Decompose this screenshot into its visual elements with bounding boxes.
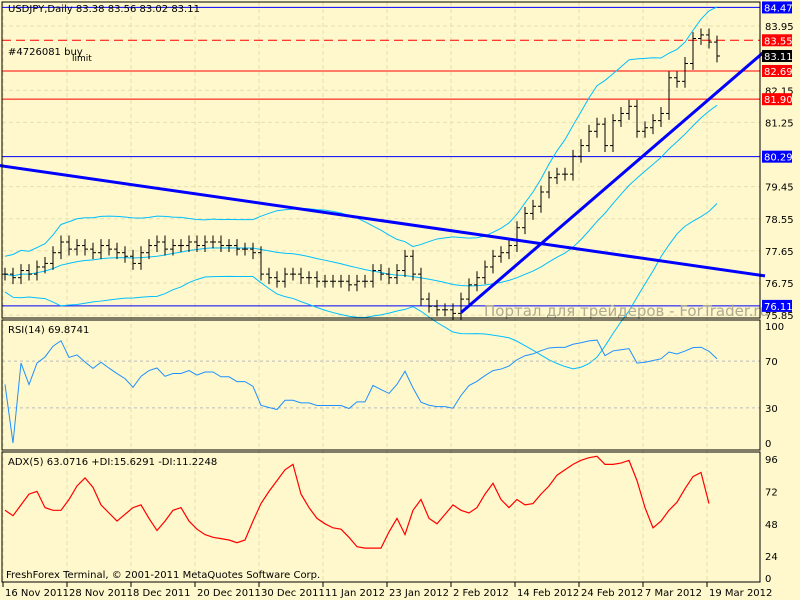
adx-label: ADX(5) 63.0716 +DI:15.6291 -DI:11.2248 <box>8 457 217 468</box>
date-label: 20 Dec 2011 <box>197 588 261 599</box>
chart-canvas[interactable]: Портал для трейдеров - ForTrader.ru USDJ… <box>0 0 800 600</box>
price-level-label: 76.11 <box>764 302 793 313</box>
price-tick-label: 77.65 <box>765 247 794 258</box>
date-label: 11 Jan 2012 <box>325 588 385 599</box>
adx-tick-label: 48 <box>765 520 778 531</box>
watermark: Портал для трейдеров - ForTrader.ru <box>484 302 769 320</box>
price-level-label: 83.55 <box>764 36 793 47</box>
copyright: FreshForex Terminal, © 2001-2011 MetaQuo… <box>6 570 320 581</box>
price-level-label: 80.29 <box>764 153 793 164</box>
rsi-tick-label: 100 <box>765 322 784 333</box>
price-level-label: 82.69 <box>764 67 793 78</box>
background <box>0 0 800 600</box>
price-tick-label: 76.75 <box>765 279 794 290</box>
date-label: 2 Feb 2012 <box>453 588 509 599</box>
date-label: 8 Dec 2011 <box>133 588 191 599</box>
price-tick-label: 83.95 <box>765 22 794 33</box>
current-price-label: 83.11 <box>764 52 793 63</box>
price-level-label: 81.90 <box>764 95 793 106</box>
order-label-limit: limit <box>72 54 92 64</box>
date-label: 16 Nov 2011 <box>5 588 69 599</box>
chart-title: USDJPY,Daily 83.38 83.56 83.02 83.11 <box>8 4 200 15</box>
date-label: 24 Feb 2012 <box>581 588 643 599</box>
adx-tick-label: 96 <box>765 455 778 466</box>
adx-tick-label: 72 <box>765 487 778 498</box>
rsi-tick-label: 30 <box>765 404 778 415</box>
date-label: 30 Dec 2011 <box>261 588 325 599</box>
adx-tick-label: 0 <box>765 574 771 585</box>
date-label: 28 Nov 2011 <box>69 588 133 599</box>
date-label: 19 Mar 2012 <box>709 588 772 599</box>
date-label: 7 Mar 2012 <box>645 588 702 599</box>
rsi-tick-label: 0 <box>765 439 771 450</box>
price-tick-label: 81.25 <box>765 118 794 129</box>
date-label: 14 Feb 2012 <box>517 588 579 599</box>
price-tick-label: 79.45 <box>765 183 794 194</box>
adx-tick-label: 24 <box>765 552 778 563</box>
rsi-tick-label: 70 <box>765 357 778 368</box>
price-tick-label: 78.55 <box>765 215 794 226</box>
date-label: 23 Jan 2012 <box>389 588 449 599</box>
rsi-label: RSI(14) 69.8741 <box>8 325 89 336</box>
price-level-label: 84.47 <box>764 3 793 14</box>
